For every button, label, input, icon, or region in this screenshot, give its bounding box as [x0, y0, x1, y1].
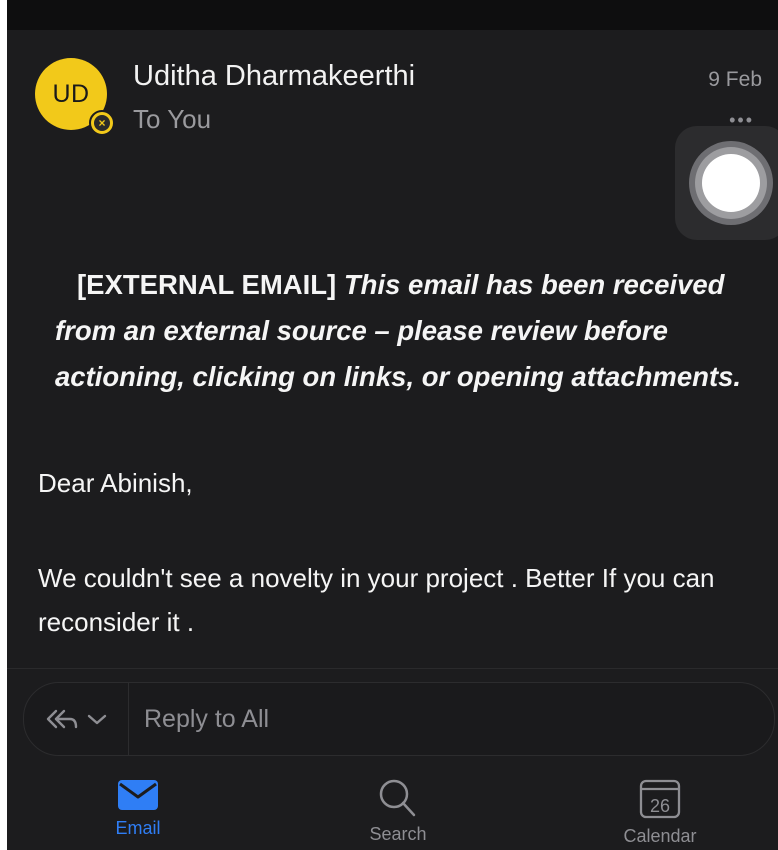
tab-email-label: Email	[115, 818, 161, 838]
avatar-initials: UD	[52, 79, 90, 108]
tab-calendar-label: Calendar	[623, 826, 697, 846]
mail-icon	[118, 780, 158, 810]
chevron-down-icon	[87, 714, 107, 725]
warning-tag: [EXTERNAL EMAIL]	[77, 269, 337, 300]
recipient-label[interactable]: To You	[133, 104, 211, 135]
divider	[7, 668, 778, 669]
message-date: 9 Feb	[708, 68, 762, 91]
sender-name[interactable]: Uditha Dharmakeerthi	[133, 60, 415, 93]
tab-email[interactable]: Email	[58, 778, 218, 839]
email-screen: UD × Uditha Dharmakeerthi To You 9 Feb •…	[7, 0, 778, 850]
tab-calendar[interactable]: 26 Calendar	[580, 778, 740, 847]
email-body: We couldn't see a novelty in your projec…	[38, 563, 715, 637]
reply-all-icon	[46, 709, 78, 729]
tab-search-label: Search	[369, 824, 427, 844]
message-header: UD × Uditha Dharmakeerthi To You 9 Feb •…	[7, 30, 778, 150]
email-greeting: Dear Abinish,	[38, 468, 193, 498]
top-bar	[7, 0, 778, 30]
reply-options-button[interactable]	[24, 683, 129, 755]
tab-bar: Email Search 26 Calendar	[7, 760, 778, 850]
search-icon	[379, 779, 416, 817]
tab-search[interactable]: Search	[318, 778, 478, 845]
assistive-touch-button[interactable]	[675, 126, 778, 240]
reply-bar: Reply to All	[23, 682, 775, 756]
calendar-icon: 26	[639, 779, 681, 819]
calendar-day-number: 26	[650, 796, 670, 816]
external-email-warning: [EXTERNAL EMAIL] This email has been rec…	[55, 262, 775, 400]
external-badge-icon: ×	[89, 110, 115, 136]
reply-all-input[interactable]: Reply to All	[144, 683, 269, 755]
